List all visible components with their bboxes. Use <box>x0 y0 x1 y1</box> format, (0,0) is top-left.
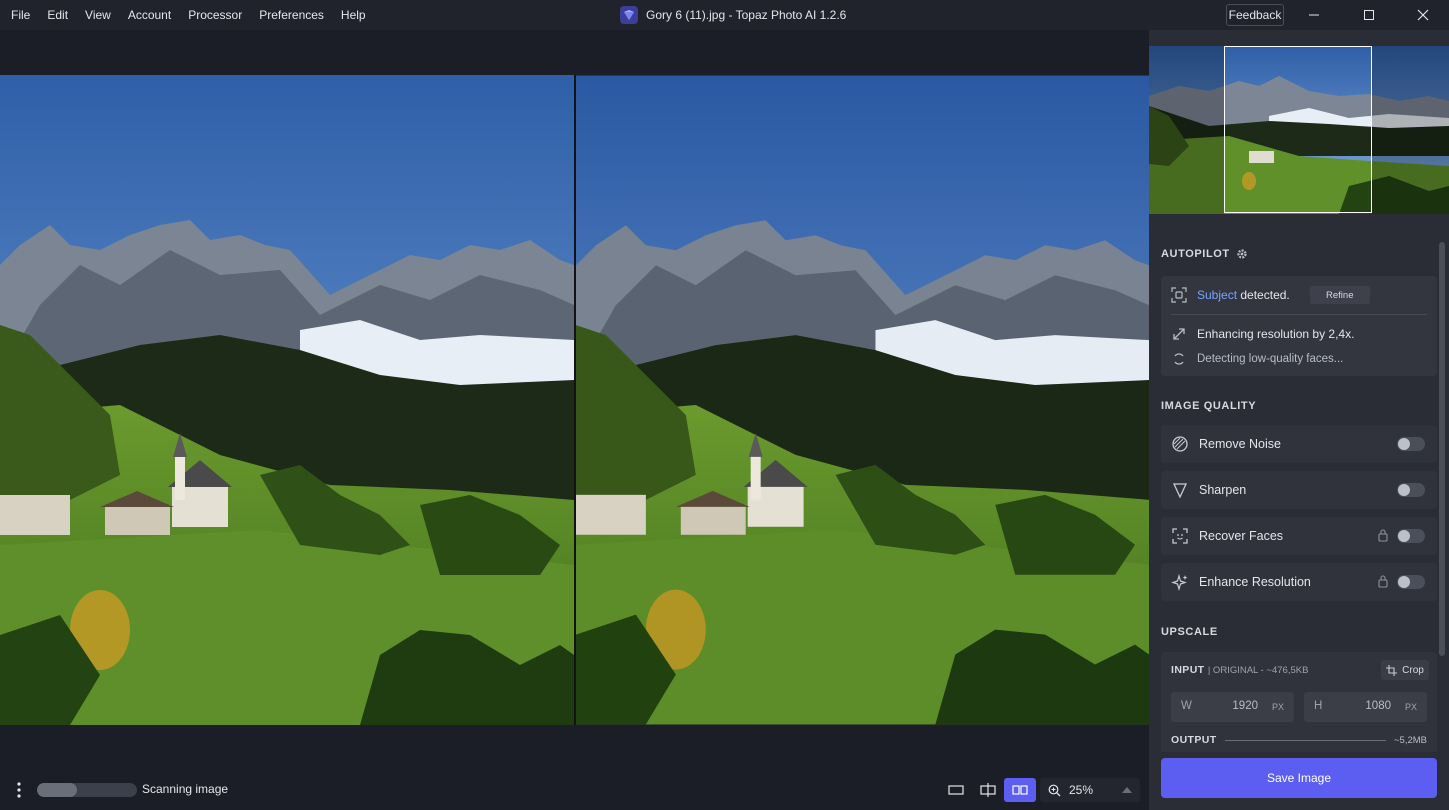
recover-faces-icon <box>1172 528 1188 544</box>
width-unit: PX <box>1271 702 1284 712</box>
subject-link[interactable]: Subject <box>1197 288 1237 302</box>
recover-faces-toggle[interactable] <box>1397 529 1425 543</box>
menu-processor[interactable]: Processor <box>180 0 251 30</box>
height-unit: PX <box>1404 702 1417 712</box>
zoom-control[interactable]: 25% <box>1040 778 1140 802</box>
input-original-size: | ORIGINAL - ~476,5KB <box>1207 665 1309 676</box>
preview-image[interactable] <box>576 75 1149 725</box>
subject-row: Subject detected. Refine <box>1171 286 1370 304</box>
crop-button[interactable]: Crop <box>1381 660 1429 680</box>
output-line <box>1224 739 1386 741</box>
more-options-icon[interactable] <box>8 778 30 802</box>
single-view-button[interactable] <box>940 778 972 802</box>
expand-arrows-icon <box>1173 328 1185 340</box>
autopilot-title-text: AUTOPILOT <box>1161 248 1230 260</box>
crop-label: Crop <box>1402 664 1424 676</box>
output-size: ~5,2MB <box>1393 734 1427 746</box>
sharpen-toggle[interactable] <box>1397 483 1425 497</box>
detecting-row: Detecting low-quality faces... <box>1171 351 1343 367</box>
menu-file[interactable]: File <box>0 0 39 30</box>
menu-account[interactable]: Account <box>119 0 179 30</box>
scan-progress-fill <box>37 783 77 797</box>
width-field[interactable]: W 1920 PX <box>1171 692 1294 722</box>
save-image-button[interactable]: Save Image <box>1161 758 1437 798</box>
loading-spinner-icon <box>1174 353 1184 365</box>
minimize-button[interactable] <box>1291 0 1337 30</box>
sharpen-label: Sharpen <box>1199 483 1247 497</box>
enhance-resolution-row[interactable]: Enhance Resolution <box>1161 563 1437 601</box>
enhance-resolution-icon <box>1171 573 1188 591</box>
enhance-resolution-toggle[interactable] <box>1397 575 1425 589</box>
app-logo-icon <box>620 6 638 24</box>
lock-icon <box>1378 575 1388 588</box>
view-mode-group <box>940 778 1036 802</box>
remove-noise-label: Remove Noise <box>1199 437 1281 451</box>
caret-up-icon[interactable] <box>1122 787 1132 793</box>
scan-progress-bar <box>37 783 137 797</box>
recover-faces-label: Recover Faces <box>1199 529 1284 543</box>
width-value[interactable]: 1920 <box>1232 700 1258 712</box>
autopilot-title: AUTOPILOT <box>1161 248 1248 260</box>
menu-preferences[interactable]: Preferences <box>251 0 333 30</box>
navigator-dim-left <box>1149 46 1224 214</box>
right-panel: AUTOPILOT Subject detected. Refine Enhan… <box>1149 30 1449 810</box>
subject-detected-text: detected. <box>1240 288 1290 302</box>
menu-view[interactable]: View <box>77 0 120 30</box>
image-canvas[interactable] <box>0 30 1149 770</box>
output-label: OUTPUT <box>1171 734 1217 746</box>
menu-edit[interactable]: Edit <box>39 0 77 30</box>
height-field[interactable]: H 1080 PX <box>1304 692 1427 722</box>
autopilot-box: Subject detected. Refine Enhancing resol… <box>1161 276 1437 376</box>
navigator-viewport-frame[interactable] <box>1224 46 1372 213</box>
subject-detect-icon <box>1171 287 1187 303</box>
sharpen-icon <box>1172 483 1188 499</box>
remove-noise-row[interactable]: Remove Noise <box>1161 425 1437 463</box>
maximize-button[interactable] <box>1346 0 1392 30</box>
height-label: H <box>1314 700 1323 712</box>
autopilot-separator <box>1171 314 1427 315</box>
sharpen-row[interactable]: Sharpen <box>1161 471 1437 509</box>
menu-help[interactable]: Help <box>332 0 374 30</box>
title-bar: File Edit View Account Processor Prefere… <box>0 0 1449 30</box>
upscale-box: INPUT | ORIGINAL - ~476,5KB Crop W 1920 … <box>1161 652 1437 752</box>
navigator-dim-right <box>1372 46 1449 214</box>
upscale-title: UPSCALE <box>1161 626 1218 638</box>
lock-icon <box>1378 529 1388 542</box>
window-title-text: Gory 6 (11).jpg - Topaz Photo AI 1.2.6 <box>646 8 847 22</box>
enhancing-text: Enhancing resolution by 2,4x. <box>1197 327 1355 341</box>
bottom-toolbar: Scanning image 25% <box>0 770 1149 810</box>
input-label-text: INPUT <box>1171 664 1205 676</box>
recover-faces-row[interactable]: Recover Faces <box>1161 517 1437 555</box>
enhance-resolution-label: Enhance Resolution <box>1199 575 1311 589</box>
original-image[interactable] <box>0 75 574 725</box>
remove-noise-icon <box>1172 436 1188 452</box>
height-value[interactable]: 1080 <box>1365 700 1391 712</box>
panel-scrollbar[interactable] <box>1439 242 1445 656</box>
window-title: Gory 6 (11).jpg - Topaz Photo AI 1.2.6 <box>620 0 846 30</box>
refine-button[interactable]: Refine <box>1309 286 1370 304</box>
menu-bar: File Edit View Account Processor Prefere… <box>0 0 374 30</box>
detecting-text: Detecting low-quality faces... <box>1197 353 1344 365</box>
image-quality-title: IMAGE QUALITY <box>1161 400 1257 412</box>
zoom-icon <box>1048 784 1061 796</box>
enhancing-row: Enhancing resolution by 2,4x. <box>1171 326 1354 342</box>
side-by-side-view-button[interactable] <box>1004 778 1036 802</box>
split-view-button[interactable] <box>972 778 1004 802</box>
remove-noise-toggle[interactable] <box>1397 437 1425 451</box>
input-label: INPUT | ORIGINAL - ~476,5KB <box>1171 664 1308 676</box>
crop-icon <box>1386 664 1398 676</box>
feedback-button[interactable]: Feedback <box>1226 4 1284 26</box>
output-row: OUTPUT ~5,2MB <box>1171 734 1427 746</box>
zoom-value: 25% <box>1069 783 1094 797</box>
close-button[interactable] <box>1400 0 1446 30</box>
gear-icon[interactable] <box>1236 248 1248 260</box>
status-text: Scanning image <box>142 782 229 796</box>
width-label: W <box>1181 700 1192 712</box>
